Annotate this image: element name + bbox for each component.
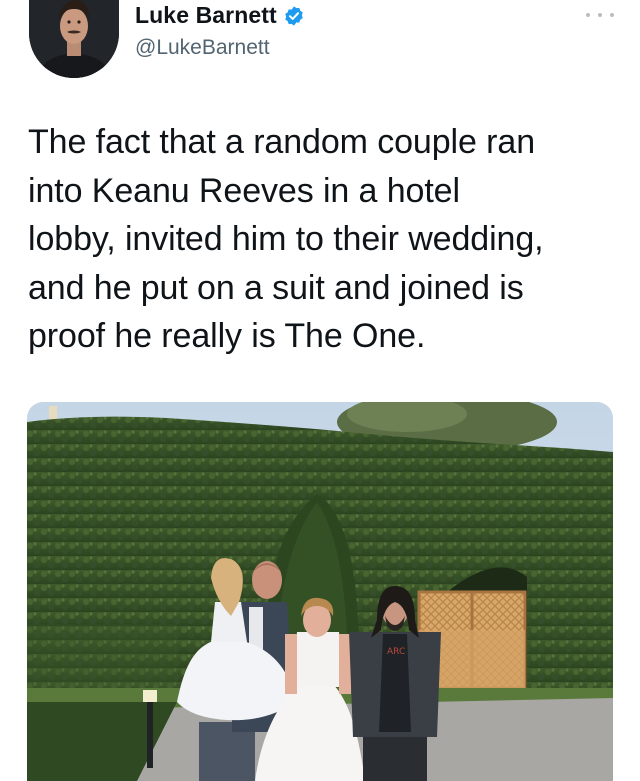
tweet-photo[interactable]: ARC: [27, 402, 613, 781]
author-avatar[interactable]: [29, 0, 119, 78]
author-display-name[interactable]: Luke Barnett: [135, 2, 277, 29]
shirt-print-text: ARC: [387, 647, 405, 657]
person-avatar-icon: [29, 0, 119, 78]
tweet-text: The fact that a random couple ran into K…: [28, 123, 544, 355]
author-handle[interactable]: @LukeBarnett: [135, 36, 270, 60]
tweet-card: Luke Barnett @LukeBarnett The fact that …: [0, 0, 640, 781]
author-name-row[interactable]: Luke Barnett: [135, 2, 305, 29]
wedding-photo: ARC: [27, 402, 613, 781]
more-dots-icon[interactable]: [586, 10, 614, 20]
verified-badge-icon: [283, 5, 305, 27]
